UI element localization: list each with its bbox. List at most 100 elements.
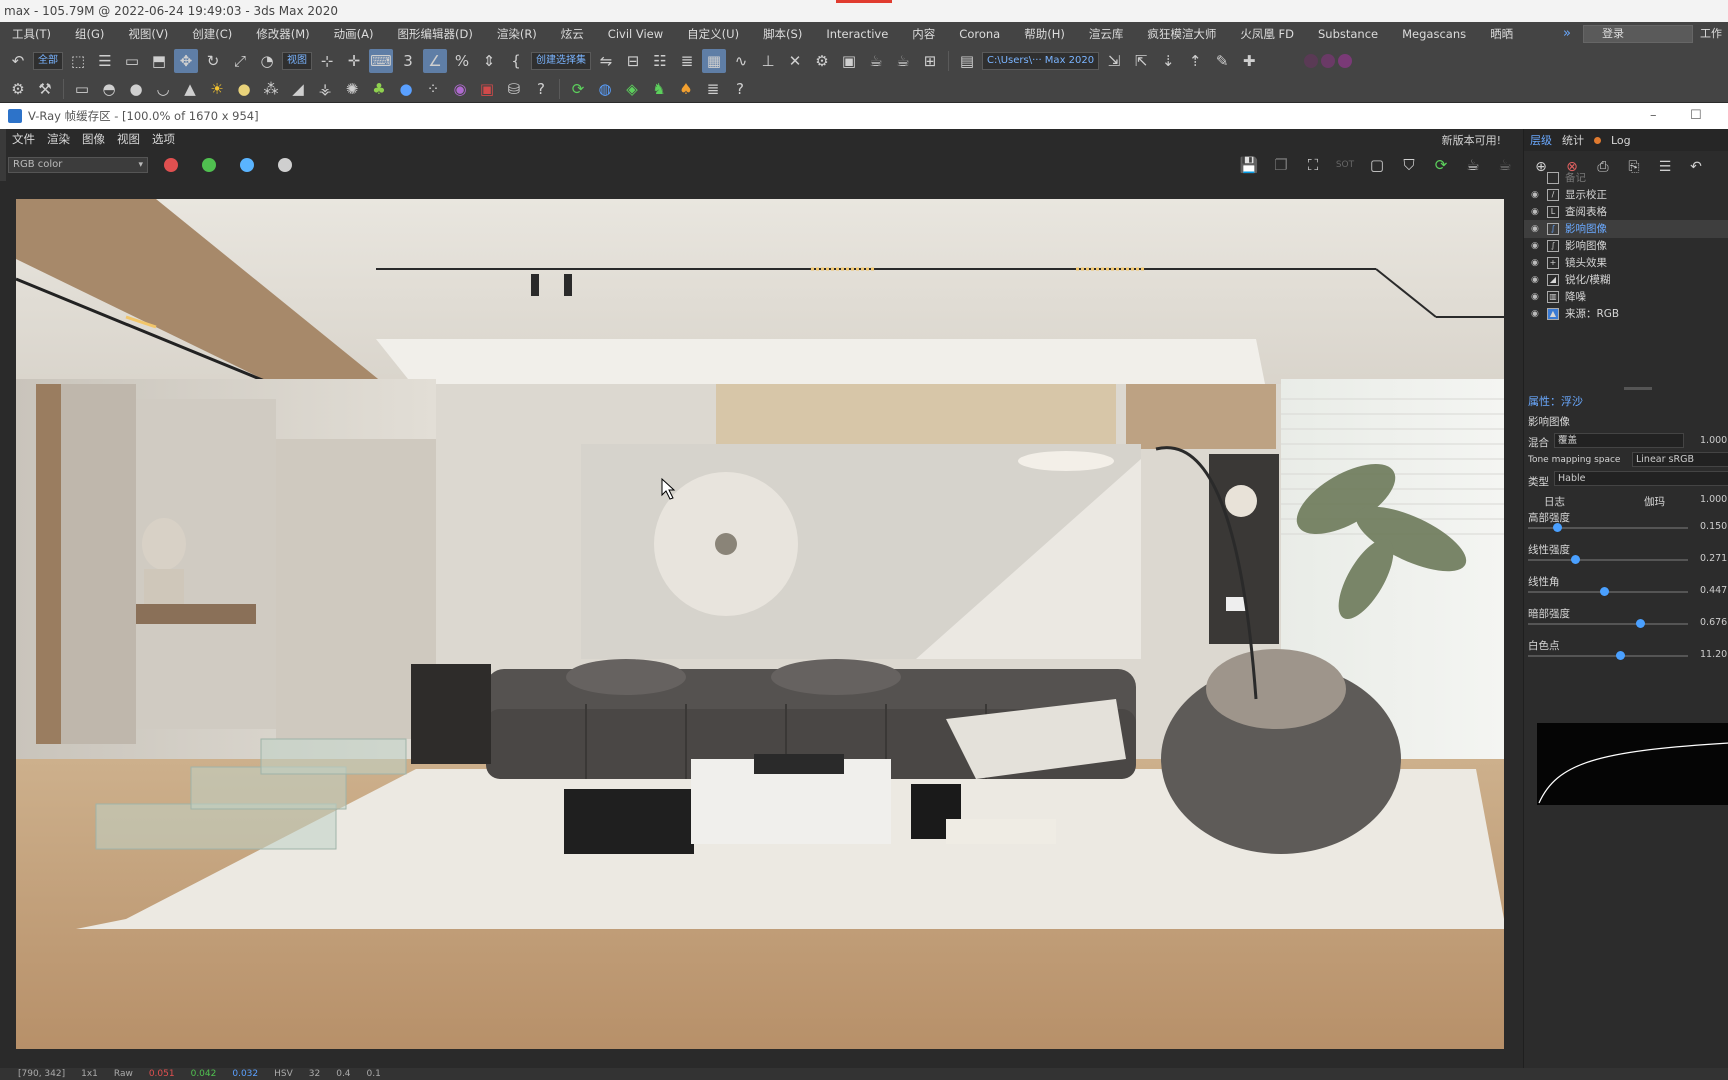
vray-plant-icon[interactable]: ♣ [367, 77, 391, 101]
slider-value[interactable]: 0.150 [1700, 521, 1727, 532]
edit-named-sel-icon[interactable]: { [504, 49, 528, 73]
plugin-dot-icon[interactable] [1321, 54, 1336, 68]
scale-icon[interactable]: ⤢ [228, 49, 252, 73]
lock-camera-icon[interactable]: ⛉ [1397, 153, 1421, 177]
region-select-icon[interactable]: ▭ [120, 49, 144, 73]
select-by-name-icon[interactable]: ☰ [93, 49, 117, 73]
region-render-icon[interactable]: SOT [1333, 153, 1357, 177]
menu-phoenix-fd[interactable]: 火凤凰 FD [1228, 22, 1306, 46]
vray-cleaner-icon[interactable]: ⛁ [502, 77, 526, 101]
tab-log[interactable]: Log [1611, 134, 1631, 147]
update-notice[interactable]: 新版本可用! [1442, 132, 1501, 148]
ribbon-icon[interactable]: ▦ [702, 49, 726, 73]
vfb-menu-render[interactable]: 渲染 [47, 131, 70, 147]
render-region-icon[interactable]: ▢ [1365, 153, 1389, 177]
plugin-help-icon[interactable]: ? [728, 77, 752, 101]
vray-material-icon[interactable]: ● [394, 77, 418, 101]
menu-substance[interactable]: Substance [1306, 22, 1390, 46]
plugin-blue-icon[interactable]: ◍ [593, 77, 617, 101]
menu-more[interactable]: 晒晒 [1478, 22, 1525, 46]
vfb-menu-options[interactable]: 选项 [152, 131, 175, 147]
visibility-eye-icon[interactable]: ◉ [1531, 254, 1547, 272]
menu-overflow-icon[interactable]: » [1563, 22, 1571, 46]
white-point-slider[interactable] [1528, 651, 1688, 660]
merge-icon[interactable]: ⇣ [1156, 49, 1180, 73]
blend-value[interactable]: 1.000 [1700, 435, 1727, 446]
copy-icon[interactable]: ❐ [1269, 153, 1293, 177]
mirror-icon[interactable]: ⇋ [594, 49, 618, 73]
minimize-icon[interactable]: – [1650, 103, 1657, 129]
linear-angle-slider[interactable] [1528, 587, 1688, 596]
tone-space-dropdown[interactable]: Linear sRGB [1632, 452, 1728, 467]
visibility-eye-icon[interactable]: ◉ [1531, 305, 1547, 323]
menu-xuanyun[interactable]: 炫云 [549, 22, 596, 46]
menu-customize[interactable]: 自定义(U) [675, 22, 751, 46]
named-selection-dropdown[interactable]: 创建选择集 [531, 52, 591, 70]
blend-mode-dropdown[interactable]: 覆盖 [1554, 433, 1684, 448]
move-icon[interactable]: ✥ [174, 49, 198, 73]
green-channel-toggle[interactable] [202, 158, 216, 172]
layer-explorer-icon[interactable]: ≣ [675, 49, 699, 73]
project-path-dropdown[interactable]: C:\Users\··· Max 2020 [982, 52, 1100, 70]
gamma-value[interactable]: 1.000 [1700, 494, 1727, 505]
layer-item[interactable]: ◉ / 显示校正 [1524, 186, 1728, 204]
vray-ies-icon[interactable]: ◡ [151, 77, 175, 101]
import-icon[interactable]: ⇲ [1102, 49, 1126, 73]
menu-civil-view[interactable]: Civil View [596, 22, 675, 46]
alpha-channel-toggle[interactable] [278, 158, 292, 172]
menu-render-library[interactable]: 渲云库 [1077, 22, 1136, 46]
vray-cone-icon[interactable]: ▲ [178, 77, 202, 101]
percent-snap-icon[interactable]: % [450, 49, 474, 73]
tab-stats[interactable]: 统计 [1562, 132, 1584, 148]
menu-interactive[interactable]: Interactive [814, 22, 900, 46]
visibility-eye-icon[interactable]: ◉ [1531, 288, 1547, 306]
help-icon[interactable]: ? [529, 77, 553, 101]
menu-rendering[interactable]: 渲染(R) [485, 22, 549, 46]
vray-multi-icon[interactable]: ⁘ [421, 77, 445, 101]
undo-icon[interactable]: ↶ [6, 49, 30, 73]
menu-create[interactable]: 创建(C) [180, 22, 244, 46]
slider-value[interactable]: 0.447 [1700, 585, 1727, 596]
curve-editor-icon[interactable]: ∿ [729, 49, 753, 73]
vfb-menu-file[interactable]: 文件 [12, 131, 35, 147]
menu-tools[interactable]: 工具(T) [0, 22, 63, 46]
pivot-icon[interactable]: ⊹ [315, 49, 339, 73]
menu-megascans[interactable]: Megascans [1390, 22, 1478, 46]
xref-icon[interactable]: ⇡ [1183, 49, 1207, 73]
rendered-frame-icon[interactable]: ▣ [837, 49, 861, 73]
vfb-menu-image[interactable]: 图像 [82, 131, 105, 147]
vray-sun-icon[interactable]: ☀ [205, 77, 229, 101]
interactive-render-icon[interactable]: ⟳ [1429, 153, 1453, 177]
vray-scatter-icon[interactable]: ✺ [340, 77, 364, 101]
menu-scripting[interactable]: 脚本(S) [751, 22, 814, 46]
render-setup-icon[interactable]: ⚙ [810, 49, 834, 73]
plus-icon[interactable]: ✚ [1237, 49, 1261, 73]
scene-explorer-icon[interactable]: ☷ [648, 49, 672, 73]
rotate-icon[interactable]: ↻ [201, 49, 225, 73]
slider-value[interactable]: 0.271 [1700, 553, 1727, 564]
grid-icon[interactable]: ⊞ [918, 49, 942, 73]
align-icon[interactable]: ⊟ [621, 49, 645, 73]
plugin-frog-icon[interactable]: ♞ [647, 77, 671, 101]
red-channel-toggle[interactable] [164, 158, 178, 172]
vray-dome-icon[interactable]: ◓ [97, 77, 121, 101]
channel-dropdown[interactable]: RGB color [8, 157, 148, 173]
angle-snap-icon[interactable]: ∠ [423, 49, 447, 73]
ref-coord-dropdown[interactable]: 视图 [282, 52, 312, 70]
maximize-icon[interactable]: ☐ [1690, 103, 1702, 129]
vray-tool-icon[interactable]: ⚒ [33, 77, 57, 101]
vray-fur-icon[interactable]: ◢ [286, 77, 310, 101]
menu-modifiers[interactable]: 修改器(M) [244, 22, 321, 46]
zoom-level[interactable]: 1x1 [81, 1068, 98, 1080]
menu-content[interactable]: 内容 [900, 22, 947, 46]
plugin-green-icon[interactable]: ◈ [620, 77, 644, 101]
manipulate-icon[interactable]: ✛ [342, 49, 366, 73]
visibility-eye-icon[interactable]: ◉ [1531, 271, 1547, 289]
linear-strength-slider[interactable] [1528, 555, 1688, 564]
slider-knob[interactable] [1553, 523, 1562, 532]
layer-item-selected[interactable]: ◉ ∫ 影响图像 [1524, 220, 1728, 238]
visibility-eye-icon[interactable]: ◉ [1531, 237, 1547, 255]
slider-knob[interactable] [1600, 587, 1609, 596]
plugin-refresh-icon[interactable]: ⟳ [566, 77, 590, 101]
layers-scrollbar[interactable] [1624, 387, 1652, 390]
